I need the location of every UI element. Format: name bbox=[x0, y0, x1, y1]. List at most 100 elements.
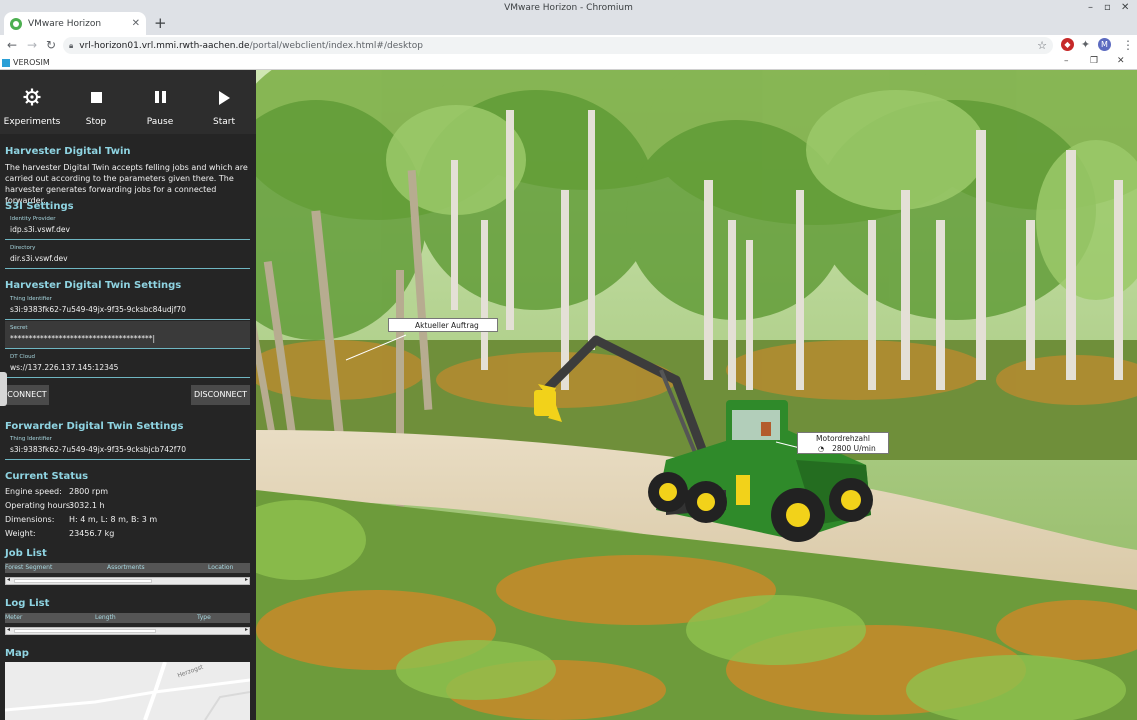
forest-scene bbox=[256, 70, 1137, 720]
harvester-settings-title: Harvester Digital Twin Settings bbox=[5, 280, 182, 291]
job-list-scrollbar[interactable]: ◂ ▸ bbox=[5, 576, 250, 585]
harvester-thing-id-field[interactable]: Thing Identifier s3i:9383fk62-7u549-49jx… bbox=[5, 292, 250, 320]
scroll-right-icon[interactable]: ▸ bbox=[245, 626, 248, 633]
status-label: Engine speed: bbox=[5, 487, 62, 496]
job-list-header: Forest Segment Assortments Location bbox=[5, 563, 250, 573]
app-title: VEROSIM bbox=[13, 58, 50, 67]
dt-cloud-value: ws://137.226.137.145:12345 bbox=[10, 363, 119, 372]
job-col-forest-segment[interactable]: Forest Segment bbox=[5, 564, 52, 571]
experiments-label: Experiments bbox=[3, 117, 61, 127]
app-restore-icon[interactable]: ❐ bbox=[1090, 56, 1098, 66]
map-title: Map bbox=[5, 648, 29, 659]
shield-extension-icon[interactable]: ◆ bbox=[1061, 38, 1074, 51]
status-label: Weight: bbox=[5, 529, 36, 538]
harvester-title: Harvester Digital Twin bbox=[5, 146, 131, 157]
dt-cloud-field[interactable]: DT Cloud ws://137.226.137.145:12345 bbox=[5, 350, 250, 378]
experiments-button[interactable]: Experiments bbox=[0, 70, 64, 134]
menu-kebab-icon[interactable]: ⋮ bbox=[1122, 37, 1134, 53]
disconnect-button[interactable]: DISCONNECT bbox=[191, 385, 250, 405]
stop-label: Stop bbox=[85, 117, 107, 127]
stop-icon bbox=[90, 92, 102, 103]
current-status-title: Current Status bbox=[5, 471, 89, 482]
status-value: H: 4 m, L: 8 m, B: 3 m bbox=[69, 515, 158, 524]
address-bar[interactable]: 🔒︎ vrl-horizon01.vrl.mmi.rwth-aachen.de /… bbox=[63, 37, 1053, 54]
browser-tab[interactable]: VMware Horizon ✕ bbox=[4, 12, 146, 35]
status-label: Operating hours: bbox=[5, 501, 73, 510]
forwarder-thing-id-value: s3i:9383fk62-7u549-49jx-9f35-9cksbjcb742… bbox=[10, 445, 186, 454]
identity-provider-value: idp.s3i.vswf.dev bbox=[10, 225, 70, 234]
secret-value: **************************************| bbox=[10, 334, 156, 343]
directory-value: dir.s3i.vswf.dev bbox=[10, 254, 68, 263]
engine-speed-label-row: ◔ 2800 U/min bbox=[802, 444, 884, 454]
scroll-left-icon[interactable]: ◂ bbox=[7, 626, 10, 633]
current-order-label: Aktueller Auftrag bbox=[388, 318, 498, 332]
job-list-title: Job List bbox=[5, 548, 47, 559]
app-titlebar: VEROSIM – ❐ ✕ bbox=[0, 56, 1137, 70]
secret-label: Secret bbox=[10, 325, 28, 331]
minimize-icon[interactable]: – bbox=[1088, 2, 1093, 13]
secret-field[interactable]: Secret *********************************… bbox=[5, 321, 250, 349]
forwarder-thing-id-label: Thing Identifier bbox=[10, 436, 52, 442]
job-col-assortments[interactable]: Assortments bbox=[107, 564, 145, 571]
app-close-icon[interactable]: ✕ bbox=[1117, 56, 1125, 66]
maximize-icon[interactable]: ▫ bbox=[1104, 2, 1111, 13]
scroll-thumb[interactable] bbox=[14, 579, 152, 583]
status-weight: Weight: 23456.7 kg bbox=[5, 529, 114, 538]
back-arrow-icon[interactable]: ← bbox=[7, 37, 17, 53]
start-label: Start bbox=[213, 117, 235, 127]
panel-collapse-handle[interactable] bbox=[0, 372, 7, 406]
tab-close-icon[interactable]: ✕ bbox=[132, 18, 140, 29]
window-close-icon[interactable]: ✕ bbox=[1121, 2, 1129, 13]
window-title: VMware Horizon - Chromium bbox=[504, 3, 633, 13]
engine-speed-label-title: Motordrehzahl bbox=[816, 434, 870, 443]
profile-avatar[interactable]: M bbox=[1098, 38, 1111, 51]
directory-field[interactable]: Directory dir.s3i.vswf.dev bbox=[5, 241, 250, 269]
log-list-scrollbar[interactable]: ◂ ▸ bbox=[5, 626, 250, 635]
new-tab-button[interactable]: + bbox=[154, 14, 167, 32]
verosim-app-icon bbox=[2, 58, 10, 67]
connect-button[interactable]: CONNECT bbox=[5, 385, 49, 405]
log-list-title: Log List bbox=[5, 598, 50, 609]
log-col-type[interactable]: Type bbox=[197, 614, 211, 621]
scroll-thumb[interactable] bbox=[14, 629, 156, 633]
log-col-meter[interactable]: Meter bbox=[5, 614, 22, 621]
status-dimensions: Dimensions: H: 4 m, L: 8 m, B: 3 m bbox=[5, 515, 157, 524]
pause-label: Pause bbox=[146, 117, 174, 127]
status-operating-hours: Operating hours: 3032.1 h bbox=[5, 501, 105, 510]
url-host: vrl-horizon01.vrl.mmi.rwth-aachen.de bbox=[79, 40, 250, 51]
lock-icon: 🔒︎ bbox=[69, 40, 74, 50]
reload-icon[interactable]: ↻ bbox=[46, 37, 56, 53]
app-minimize-icon[interactable]: – bbox=[1064, 56, 1069, 66]
identity-provider-field[interactable]: Identity Provider idp.s3i.vswf.dev bbox=[5, 212, 250, 240]
job-col-location[interactable]: Location bbox=[208, 564, 233, 571]
pause-icon bbox=[154, 91, 166, 103]
tab-title: VMware Horizon bbox=[28, 18, 102, 29]
browser-titlebar: VMware Horizon - Chromium VMware Horizon… bbox=[0, 0, 1137, 35]
dt-cloud-label: DT Cloud bbox=[10, 354, 36, 360]
map-roads bbox=[5, 662, 250, 720]
extensions-puzzle-icon[interactable]: ✦ bbox=[1079, 38, 1092, 51]
stop-button[interactable]: Stop bbox=[64, 70, 128, 134]
start-button[interactable]: Start bbox=[192, 70, 256, 134]
status-label: Dimensions: bbox=[5, 515, 55, 524]
gauge-icon: ◔ bbox=[818, 445, 825, 453]
forwarder-thing-id-field[interactable]: Thing Identifier s3i:9383fk62-7u549-49jx… bbox=[5, 432, 250, 460]
harvester-thing-id-value: s3i:9383fk62-7u549-49jx-9f35-9cksbc84udj… bbox=[10, 305, 186, 314]
pause-button[interactable]: Pause bbox=[128, 70, 192, 134]
bookmark-star-icon[interactable]: ☆ bbox=[1037, 39, 1047, 52]
harvester-description: The harvester Digital Twin accepts felli… bbox=[5, 163, 248, 205]
engine-speed-label: Motordrehzahl ◔ 2800 U/min bbox=[797, 432, 889, 454]
status-engine-speed: Engine speed: 2800 rpm bbox=[5, 487, 108, 496]
log-list-header: Meter Length Type bbox=[5, 613, 250, 623]
map-view[interactable]: Herzogst bbox=[5, 662, 250, 720]
engine-speed-label-value: 2800 U/min bbox=[832, 444, 876, 453]
settings-gear-icon bbox=[23, 88, 41, 106]
scroll-left-icon[interactable]: ◂ bbox=[7, 576, 10, 583]
horizon-favicon-icon bbox=[10, 17, 22, 30]
scroll-right-icon[interactable]: ▸ bbox=[245, 576, 248, 583]
forwarder-settings-title: Forwarder Digital Twin Settings bbox=[5, 421, 184, 432]
log-col-length[interactable]: Length bbox=[95, 614, 116, 621]
simulation-viewport[interactable]: Aktueller Auftrag Motordrehzahl ◔ 2800 U… bbox=[256, 70, 1137, 720]
forward-arrow-icon[interactable]: → bbox=[27, 37, 37, 53]
s3i-settings-title: S3I Settings bbox=[5, 201, 74, 212]
